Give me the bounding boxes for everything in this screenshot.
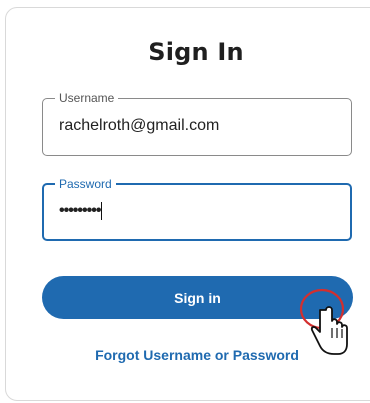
username-input[interactable]: rachelroth@gmail.com: [59, 117, 219, 135]
username-field[interactable]: Username rachelroth@gmail.com: [42, 90, 352, 156]
username-label: Username: [55, 90, 119, 106]
password-field[interactable]: Password •••••••••: [42, 176, 352, 241]
password-input[interactable]: •••••••••: [59, 202, 103, 220]
text-caret: [101, 202, 103, 220]
hand-pointer-cursor-icon: [299, 288, 348, 355]
page-title: Sign In: [148, 38, 244, 66]
password-mask: •••••••••: [59, 202, 101, 220]
password-label: Password: [55, 176, 116, 192]
